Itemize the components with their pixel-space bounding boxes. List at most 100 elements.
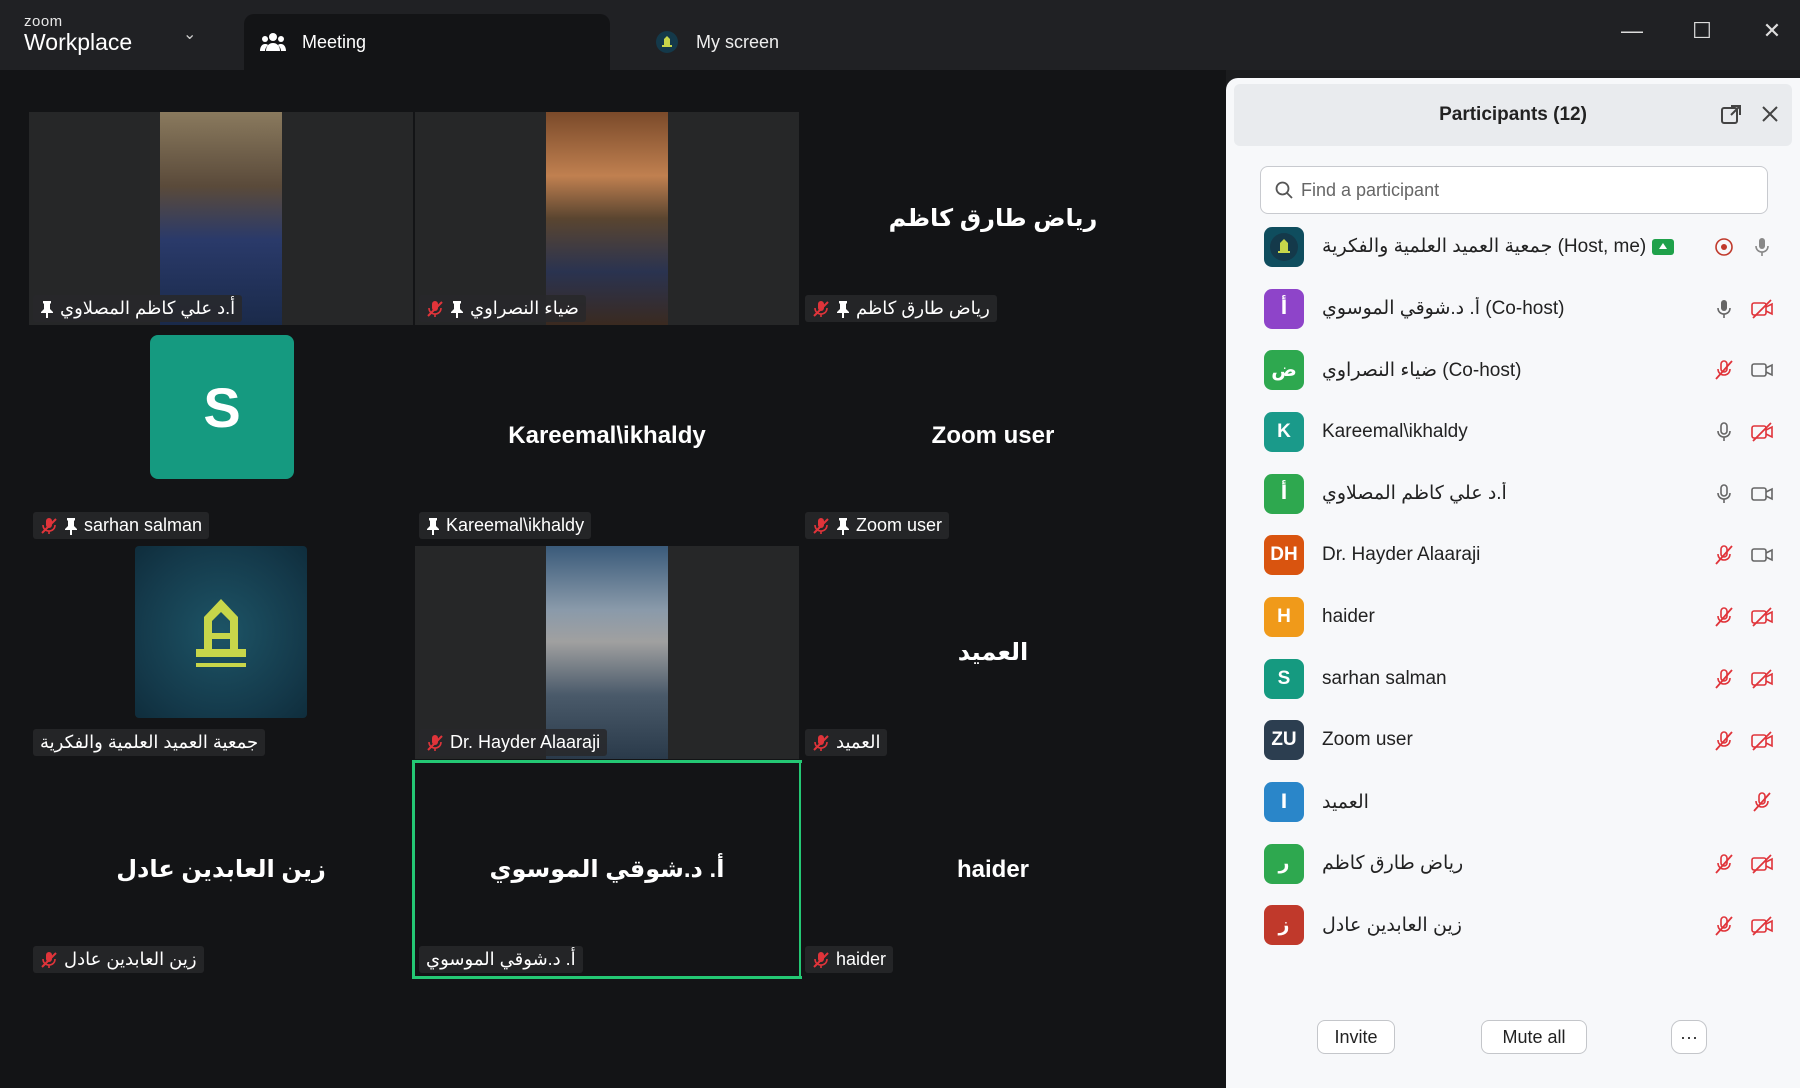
participant-name: العميد <box>1322 791 1369 813</box>
participant-status-icons <box>1750 791 1774 813</box>
pin-icon <box>65 517 77 535</box>
mic-icon <box>1717 483 1731 503</box>
avatar: ر <box>1264 843 1304 884</box>
mic-off-icon <box>1715 607 1733 627</box>
video-tile[interactable]: أ.د علي كاظم المصلاوي <box>29 112 413 325</box>
tab-meeting[interactable]: Meeting <box>244 14 610 70</box>
participant-name: أ. د.شوقي الموسوي <box>426 949 576 969</box>
mic-off-icon <box>813 517 829 534</box>
name-label: Kareemal\ikhaldy <box>419 512 592 539</box>
video-off-icon <box>1751 422 1773 442</box>
video-tile[interactable]: haider haider <box>801 763 1185 976</box>
avatar: S <box>1264 658 1304 699</box>
mic-off-icon <box>1715 730 1733 751</box>
participant-status-icons <box>1712 483 1774 505</box>
minimize-button[interactable]: — <box>1612 18 1652 44</box>
video-off-icon <box>1751 607 1773 627</box>
participant-row[interactable]: ز زين العابدين عادل <box>1226 895 1800 957</box>
participant-name: جمعية العميد العلمية والفكرية <box>40 732 259 752</box>
video-icon <box>1751 548 1773 563</box>
participant-row[interactable]: DH Dr. Hayder Alaaraji <box>1226 524 1800 586</box>
participant-status-icons <box>1712 544 1774 566</box>
participant-status-icons <box>1712 853 1774 875</box>
avatar: S <box>150 335 294 479</box>
participant-center-name: Kareemal\ikhaldy <box>508 421 706 449</box>
participant-name: العميد <box>836 732 881 752</box>
mic-off-icon <box>1715 854 1733 874</box>
mic-off-icon <box>813 300 829 317</box>
pop-out-icon[interactable] <box>1720 104 1742 132</box>
participant-row[interactable]: أ أ.د علي كاظم المصلاوي <box>1226 463 1800 525</box>
zoom-workplace-logo[interactable]: zoom Workplace <box>24 14 132 55</box>
video-tile[interactable]: رياض طارق كاظم رياض طارق كاظم <box>801 112 1185 325</box>
participants-panel-header: Participants (12) <box>1234 84 1792 146</box>
pin-icon <box>41 300 53 318</box>
participant-name: Zoom user <box>856 515 943 535</box>
participant-row[interactable]: ض ضياء النصراوي (Co-host) <box>1226 339 1800 401</box>
video-tile[interactable]: S sarhan salman <box>29 329 413 542</box>
participant-name: sarhan salman <box>84 515 203 535</box>
video-tile[interactable]: زين العابدين عادل زين العابدين عادل <box>29 763 413 976</box>
participant-status-icons <box>1712 421 1774 443</box>
participant-name: ضياء النصراوي <box>470 298 579 318</box>
participant-center-name: haider <box>956 855 1030 883</box>
video-off-icon <box>1751 915 1773 936</box>
mic-off-icon <box>813 951 829 968</box>
more-options-button[interactable]: ··· <box>1671 1020 1707 1054</box>
participant-row[interactable]: S sarhan salman <box>1226 648 1800 710</box>
participant-name: زين العابدين عادل <box>64 949 197 969</box>
name-label: أ.د علي كاظم المصلاوي <box>33 295 243 322</box>
brand-small: zoom <box>24 13 63 30</box>
video-tile[interactable]: العميد العميد <box>801 546 1185 759</box>
organization-logo <box>135 546 307 718</box>
video-icon <box>1751 363 1773 378</box>
mic-off-icon <box>1753 792 1771 812</box>
maximize-button[interactable]: ☐ <box>1682 18 1722 44</box>
participants-icon <box>258 29 288 55</box>
participant-row[interactable]: H haider <box>1226 586 1800 648</box>
participant-row[interactable]: ا العميد <box>1226 771 1800 833</box>
video-off-icon <box>1751 854 1773 874</box>
avatar: ز <box>1264 905 1304 946</box>
participant-video <box>160 112 282 325</box>
tab-meeting-label: Meeting <box>302 31 367 52</box>
mic-off-icon <box>41 951 57 968</box>
close-panel-icon[interactable] <box>1760 104 1780 132</box>
participant-center-name: Zoom user <box>931 421 1055 449</box>
participant-search[interactable]: Find a participant <box>1260 166 1768 214</box>
video-tile[interactable]: Kareemal\ikhaldy Kareemal\ikhaldy <box>415 329 799 542</box>
participant-status-icons <box>1712 730 1774 752</box>
active-speaker-tile[interactable]: أ. د.شوقي الموسوي أ. د.شوقي الموسوي <box>412 760 802 979</box>
avatar <box>1264 226 1304 267</box>
participant-row[interactable]: ZU Zoom user <box>1226 710 1800 772</box>
video-tile[interactable]: جمعية العميد العلمية والفكرية <box>29 546 413 759</box>
mute-all-button[interactable]: Mute all <box>1481 1020 1587 1054</box>
video-tile[interactable]: Zoom user Zoom user <box>801 329 1185 542</box>
tab-my-screen[interactable]: My screen <box>640 14 960 70</box>
participant-status-icons <box>1712 298 1774 320</box>
participant-row[interactable]: K Kareemal\ikhaldy <box>1226 401 1800 463</box>
avatar: ض <box>1264 350 1304 391</box>
name-label: أ. د.شوقي الموسوي <box>419 946 583 973</box>
close-window-button[interactable]: ✕ <box>1752 18 1792 44</box>
avatar: أ <box>1264 473 1304 514</box>
chevron-down-icon[interactable]: ⌄ <box>183 24 196 44</box>
participant-row[interactable]: جمعية العميد العلمية والفكرية (Host, me) <box>1226 216 1800 278</box>
mic-icon <box>1717 422 1731 442</box>
participant-video <box>546 112 668 325</box>
panel-header-actions <box>1720 104 1780 132</box>
name-label: العميد <box>805 729 888 756</box>
title-bar: zoom Workplace ⌄ Meeting My screen — ☐ ✕ <box>0 0 1800 70</box>
video-tile[interactable]: Dr. Hayder Alaaraji <box>415 546 799 759</box>
invite-button[interactable]: Invite <box>1317 1020 1395 1054</box>
participant-list: جمعية العميد العلمية والفكرية (Host, me)… <box>1226 216 1800 956</box>
pin-icon <box>837 517 849 535</box>
video-tile[interactable]: ضياء النصراوي <box>415 112 799 325</box>
avatar: أ <box>1264 288 1304 329</box>
name-label: sarhan salman <box>33 512 210 539</box>
mic-off-icon <box>1715 545 1733 566</box>
participant-row[interactable]: أ أ. د.شوقي الموسوي (Co-host) <box>1226 278 1800 340</box>
gallery-view: أ.د علي كاظم المصلاوي ضياء النصراوي رياض… <box>0 70 1226 1088</box>
participant-row[interactable]: ر رياض طارق كاظم <box>1226 833 1800 895</box>
search-icon <box>1275 181 1293 199</box>
